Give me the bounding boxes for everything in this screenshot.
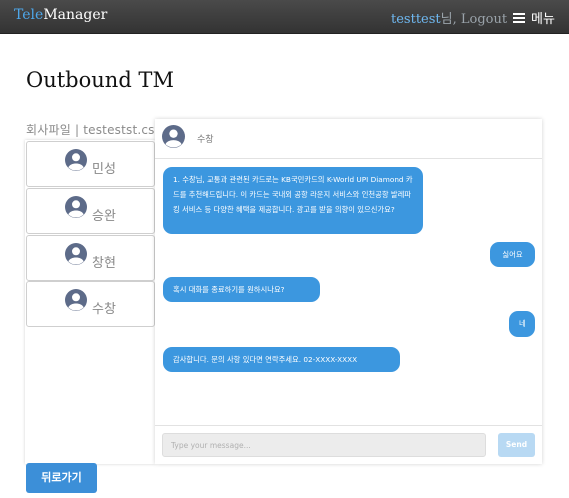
- hamburger-icon: [513, 13, 525, 23]
- top-navbar: TeleManager testtest님, Logout 메뉴: [0, 0, 569, 34]
- back-button[interactable]: 뒤로가기: [26, 463, 97, 493]
- contact-item[interactable]: 민성: [26, 141, 155, 187]
- chat-header: 수창: [155, 119, 542, 159]
- contact-name: 승완: [92, 209, 116, 224]
- chat-footer: Send: [155, 425, 542, 465]
- brand-part-tele: Tele: [14, 7, 44, 23]
- brand-part-manager: Manager: [43, 7, 108, 23]
- brand-logo[interactable]: TeleManager: [14, 7, 107, 23]
- user-suffix: 님,: [440, 12, 457, 27]
- contact-item[interactable]: 수창: [26, 281, 155, 327]
- page-title: Outbound TM: [26, 68, 174, 92]
- chat-message-user: 네: [509, 311, 535, 337]
- chat-message-user: 싫어요: [490, 242, 535, 267]
- chat-contact-name: 수창: [197, 135, 214, 145]
- chat-message-bot: 혹시 대화를 종료하기를 원하시나요?: [163, 277, 320, 302]
- chat-message-bot: 감사합니다. 문의 사항 있다면 연락주세요. 02-XXXX-XXXX: [163, 347, 400, 372]
- file-label: 회사파일 | testestst.csv: [26, 123, 162, 137]
- contact-item[interactable]: 창현: [26, 235, 155, 281]
- user-avatar-icon: [162, 125, 185, 152]
- chat-message-bot: 1. 수창님, 교통과 관련된 카드로는 KB국민카드의 K-World UPI…: [163, 167, 423, 234]
- contact-name: 민성: [92, 162, 116, 177]
- logout-link[interactable]: Logout: [461, 12, 507, 27]
- chat-panel: 수창 1. 수창님, 교통과 관련된 카드로는 KB국민카드의 K-World …: [155, 119, 542, 464]
- user-info: testtest님, Logout: [391, 8, 507, 27]
- user-avatar-icon: [65, 289, 87, 315]
- contact-name: 수창: [92, 302, 116, 317]
- contact-list: 민성 승완 창현 수창: [25, 140, 155, 464]
- user-avatar-icon: [65, 243, 87, 269]
- menu-label: 메뉴: [531, 12, 555, 27]
- user-name: testtest: [391, 12, 441, 27]
- send-button[interactable]: Send: [498, 433, 535, 457]
- message-input[interactable]: [162, 433, 486, 457]
- contact-name: 창현: [92, 256, 116, 271]
- menu-button[interactable]: 메뉴: [513, 8, 555, 27]
- contact-item[interactable]: 승완: [26, 188, 155, 234]
- user-avatar-icon: [65, 149, 87, 175]
- user-avatar-icon: [65, 196, 87, 222]
